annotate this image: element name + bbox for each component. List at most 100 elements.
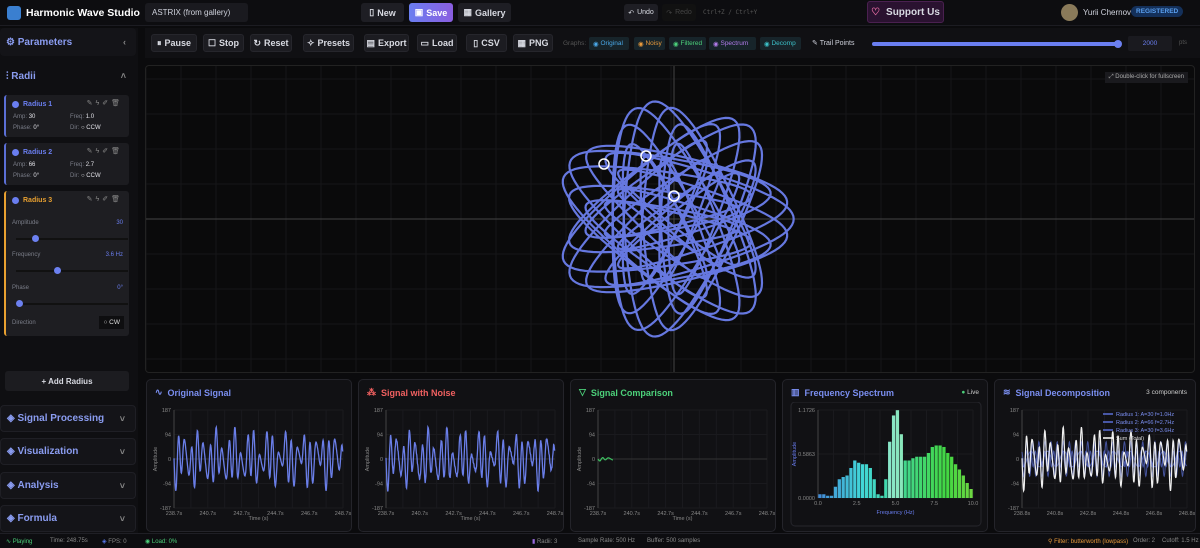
radius-card-3[interactable]: Radius 3 ✎ϟ✐🗑 Amplitude 30 Frequency 3.6 Hz… — [4, 191, 129, 336]
radius-name[interactable]: Radius 2 — [23, 149, 52, 156]
load-button[interactable]: ▭ Load — [417, 34, 457, 52]
export-button[interactable]: ▤ Export — [364, 34, 409, 52]
collapse-icon[interactable]: ‹ — [123, 37, 126, 47]
panel-signal-comparison: ▽ Signal Comparison 187 94 0 -94 -187 238.7s 240… — [570, 379, 776, 532]
color-dot-icon[interactable] — [12, 197, 19, 204]
x-tick-label: 248.7s — [759, 511, 776, 517]
amp-value: 66 — [28, 162, 36, 168]
legend-entry: Radius 1: A=30 f=1.0Hz — [1116, 412, 1174, 418]
registered-badge: REGISTERED — [1131, 6, 1184, 17]
brush-icon[interactable]: ✎ — [87, 100, 96, 107]
radius-actions: ✎ϟ✐🗑 — [87, 195, 123, 203]
graph-toggle-original[interactable]: ◉ Original — [589, 37, 629, 50]
graph-toggle-decomp[interactable]: ◉ Decomp — [760, 37, 801, 50]
radius-card-1[interactable]: Radius 1 ✎ϟ✐🗑 Amp: 30 Freq: 1.0 Phase: 0… — [4, 95, 129, 137]
x-axis-label: Time (s) — [673, 516, 693, 522]
radius-actions: ✎ϟ✐🗑 — [87, 99, 123, 107]
trash-icon[interactable]: 🗑 — [111, 196, 123, 203]
trail-points-slider[interactable] — [872, 40, 1122, 48]
y-tick-label: 1.1726 — [798, 408, 815, 414]
frequency-slider[interactable] — [16, 267, 128, 274]
image-icon: ▦ — [517, 37, 526, 48]
trash-icon[interactable]: 🗑 — [111, 148, 123, 155]
spectrum-bar — [969, 488, 973, 498]
section-formula[interactable]: ◈ Formula ˅ — [0, 505, 136, 532]
trail-points-input[interactable]: 2000 — [1128, 36, 1172, 51]
csv-button[interactable]: ▯ CSV — [466, 34, 507, 52]
pause-button[interactable]: ⏸ Pause — [151, 34, 197, 52]
filter-status: ⚲ Filter: butterworth (lowpass) — [1048, 539, 1129, 545]
radius-name[interactable]: Radius 1 — [23, 101, 52, 108]
save-button[interactable]: ▣ Save — [409, 3, 453, 22]
spectrum-bar — [868, 467, 872, 498]
x-tick-label: 244.7s — [267, 511, 284, 517]
amplitude-slider[interactable] — [16, 235, 128, 242]
spectrum-bar — [930, 446, 934, 498]
add-radius-button[interactable]: + Add Radius — [5, 371, 129, 391]
brush-icon[interactable]: ✎ — [87, 196, 96, 203]
panel-original-signal: ∿ Original Signal 187 94 0 -94 -187 238.7s 240.7… — [146, 379, 352, 532]
graph-toggle-spectrum[interactable]: ◉ Spectrum — [709, 37, 756, 50]
spectrum-bar — [841, 476, 845, 498]
gear-icon: ⚙ — [6, 36, 18, 48]
spectrum-bar — [961, 475, 965, 498]
png-button[interactable]: ▦ PNG — [513, 34, 553, 52]
x-tick-label: 244.8s — [1113, 511, 1130, 517]
edit-icon[interactable]: ✐ — [102, 196, 111, 203]
slider-handle[interactable] — [31, 235, 39, 242]
load-status: ◉ Load: 0% — [145, 539, 178, 545]
radii-header[interactable]: ⫶ Radii ˄ — [0, 63, 136, 89]
phase-slider[interactable] — [16, 300, 128, 307]
spectrum-bar — [938, 445, 942, 498]
radius-card-2[interactable]: Radius 2 ✎ϟ✐🗑 Amp: 66 Freq: 2.7 Phase: 0… — [4, 143, 129, 185]
pulse-icon: ∿ — [155, 387, 163, 397]
sparkle-icon: ✧ — [306, 37, 315, 48]
epicycle-drawing — [146, 66, 1194, 372]
support-button[interactable]: ♡ Support Us — [867, 1, 944, 23]
y-axis-label: Amplitude — [792, 442, 798, 466]
section-signal-processing[interactable]: ◈ Signal Processing ˅ — [0, 405, 136, 432]
reset-button[interactable]: ↻ Reset — [250, 34, 292, 52]
color-dot-icon[interactable] — [12, 101, 19, 108]
graphs-label: Graphs: — [563, 40, 587, 47]
brush-icon[interactable]: ✎ — [87, 148, 96, 155]
graph-toggle-noisy[interactable]: ◉ Noisy — [634, 37, 665, 50]
avatar[interactable] — [1061, 4, 1078, 21]
y-tick-label: 0 — [1016, 457, 1019, 463]
status-bar: ∿ Playing Time: 248.75s ◈ FPS: 0 ◉ Load:… — [0, 533, 1200, 548]
parameters-header[interactable]: ⚙ Parameters ‹ — [0, 28, 136, 56]
section-visualization[interactable]: ◈ Visualization ˅ — [0, 438, 136, 465]
spectrum-bar — [911, 458, 915, 498]
trash-icon[interactable]: 🗑 — [111, 100, 123, 107]
presets-button[interactable]: ✧ Presets — [303, 34, 354, 52]
chevron-down-icon: ˅ — [119, 446, 125, 457]
edit-icon[interactable]: ✐ — [102, 100, 111, 107]
slider-handle[interactable] — [16, 300, 23, 307]
undo-button[interactable]: ↶ Undo — [624, 4, 658, 21]
project-name-input[interactable]: ASTRIX (from gallery) — [145, 3, 248, 22]
csv-file-icon: ▯ — [473, 37, 479, 48]
spectrum-bar — [845, 475, 849, 498]
section-analysis[interactable]: ◈ Analysis ˅ — [0, 472, 136, 499]
gallery-button[interactable]: ▦ Gallery — [458, 3, 511, 22]
slider-handle[interactable] — [1113, 40, 1122, 48]
new-button[interactable]: ▯ New — [361, 3, 404, 22]
y-tick-label: -94 — [163, 482, 171, 488]
spectrum-bar — [818, 494, 822, 498]
redo-button[interactable]: ↷ Redo — [662, 4, 696, 21]
x-tick-label: 5.0 — [892, 501, 900, 507]
playing-status: ∿ Playing — [6, 539, 33, 545]
spectrum-bar — [872, 479, 876, 498]
export-icon: ▤ — [366, 37, 375, 48]
radius-name[interactable]: Radius 3 — [23, 197, 52, 204]
color-dot-icon[interactable] — [12, 149, 19, 156]
graph-toggle-filtered[interactable]: ◉ Filtered — [669, 37, 706, 50]
stop-button[interactable]: ☐ Stop — [203, 34, 244, 52]
edit-icon[interactable]: ✐ — [102, 148, 111, 155]
slider-handle[interactable] — [53, 267, 61, 274]
amplitude-label: Amplitude — [12, 220, 39, 226]
spectrum-bar — [876, 494, 880, 498]
fps-status: ◈ FPS: 0 — [102, 539, 127, 545]
direction-toggle[interactable]: ○ CW — [99, 316, 124, 329]
epicycle-canvas[interactable]: ⤢ Double-click for fullscreen — [145, 65, 1195, 373]
